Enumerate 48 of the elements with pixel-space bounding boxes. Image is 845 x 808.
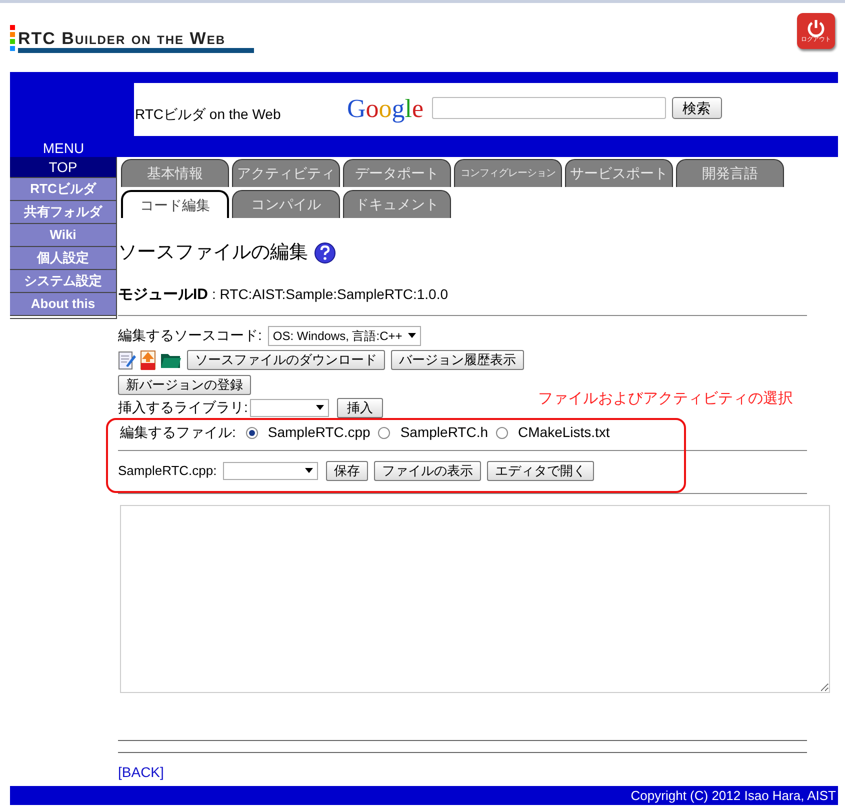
menu-item[interactable]: Wiki [10,224,116,247]
source-code-select[interactable]: OS: Windows, 言語:C++ [268,326,422,346]
file-action-button[interactable]: エディタで開く [486,460,594,480]
radio-button[interactable] [378,426,390,438]
menu-item[interactable]: About this [10,293,116,316]
page-heading: ソースファイルの編集 [118,240,308,265]
edit-document-icon[interactable] [118,350,136,370]
search-button[interactable]: 検索 [672,97,722,119]
menu-item[interactable]: システム設定 [10,270,116,293]
file-option-label[interactable]: SampleRTC.cpp [268,422,370,443]
tab[interactable]: コード編集 [121,190,229,218]
toolbar-button[interactable]: バージョン履歴表示 [391,350,524,370]
dropdown-caret-icon [304,468,313,473]
file-select-label: 編集するファイル: [120,423,236,442]
insert-button[interactable]: 挿入 [336,398,383,418]
file-action-button[interactable]: ファイルの表示 [374,460,481,480]
module-id-label: モジュールID [118,285,208,305]
search-logo: Google [347,94,424,124]
annotation-text: ファイルおよびアクティビティの選択 [538,388,793,408]
toolbar-button[interactable]: ソースファイルのダウンロード [187,350,385,370]
file-action-button[interactable]: 保存 [326,460,368,480]
library-label: 挿入するライブラリ: [118,398,248,417]
activity-select[interactable] [222,462,318,480]
radio-button[interactable] [496,426,508,438]
menu-title: MENU [42,139,86,157]
menu-item[interactable]: 共有フォルダ [10,201,116,224]
menu-item[interactable]: 個人設定 [10,247,116,270]
file-action-label: SampleRTC.cpp: [118,462,217,480]
copyright-text: Copyright (C) 2012 Isao Hara, AIST [630,786,836,805]
radio-button[interactable] [246,426,258,438]
register-version-button[interactable]: 新バージョンの登録 [118,374,251,394]
file-option-label[interactable]: CMakeLists.txt [518,422,610,443]
upload-icon[interactable] [139,348,157,370]
dropdown-caret-icon [316,405,324,410]
power-icon [807,18,825,36]
site-title: RTCビルダ on the Web [135,105,282,124]
help-icon[interactable] [314,242,336,264]
module-id-value: : RTC:AIST:Sample:SampleRTC:1.0.0 [212,285,448,304]
logo-mark-icon [10,25,15,53]
file-option-label[interactable]: SampleRTC.h [400,422,488,443]
logo-title: RTC Builder on the Web [18,30,226,48]
source-code-label: 編集するソースコード: [118,326,262,345]
back-link[interactable]: [BACK] [118,762,164,782]
dropdown-caret-icon [408,333,416,338]
menu-item[interactable]: RTCビルダ [10,178,116,201]
menu-item[interactable]: TOP [10,157,116,178]
search-field[interactable] [432,97,666,119]
library-select[interactable] [250,398,329,416]
